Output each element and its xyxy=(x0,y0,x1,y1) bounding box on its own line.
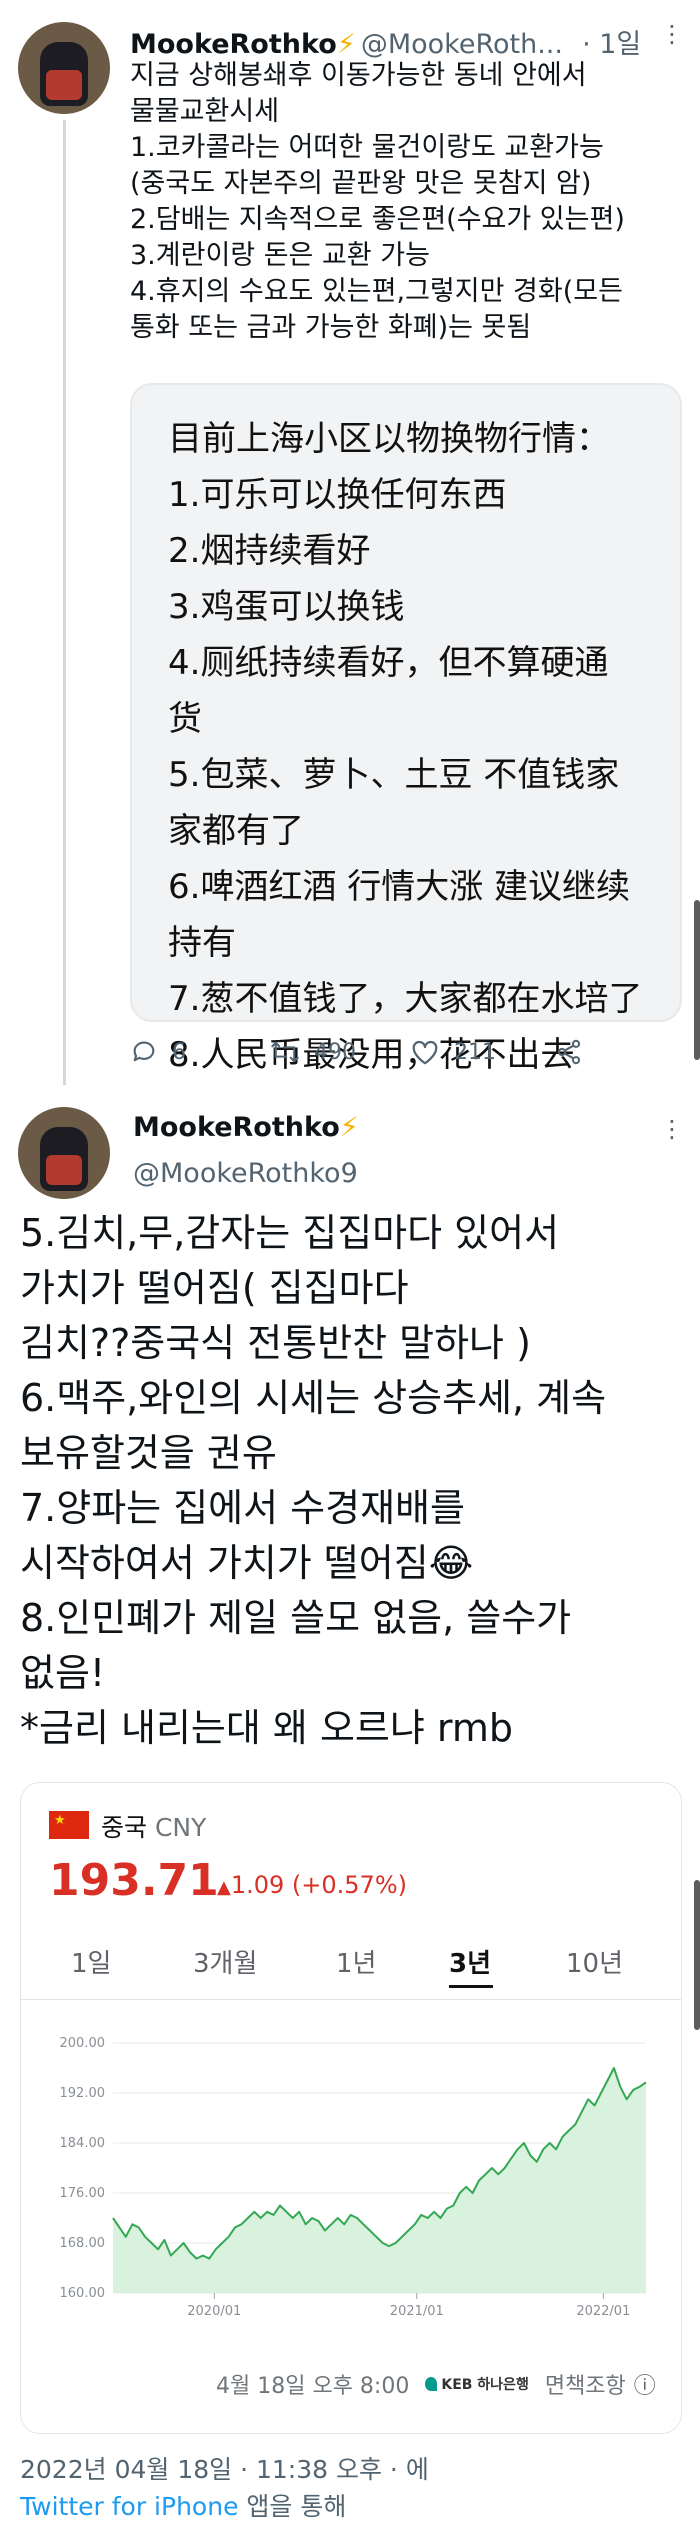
divider xyxy=(21,1999,681,2000)
rate-change: ▲1.09 (+0.57%) xyxy=(217,1871,407,1899)
tweet-line: 보유할것을 권유 xyxy=(20,1431,277,1475)
tweet-line: 지금 상해봉쇄후 이동가능한 동네 안에서 xyxy=(130,60,587,91)
y-tick-label: 168.00 xyxy=(60,2236,106,2251)
currency-code: CNY xyxy=(154,1813,207,1842)
currency-card[interactable]: ★ 중국 CNY 193.71 ▲1.09 (+0.57%) 1일 3개월 1년… xyxy=(20,1782,682,2434)
tweet-line: 1.코카콜라는 어떠한 물건이랑도 교환가능 xyxy=(130,132,604,163)
image-text: 目前上海小区以物换物行情： 1.可乐可以换任何东西 2.烟持续看好 3.鸡蛋可以… xyxy=(168,411,642,1083)
reply-count: 6 xyxy=(172,1039,186,1065)
tweet-header: MookeRothko⚡ xyxy=(133,1112,359,1143)
scrollbar-thumb[interactable] xyxy=(694,1880,700,2030)
image-line: 7.葱不值钱了，大家都在水培了 xyxy=(168,979,643,1019)
bank-logo-icon xyxy=(425,2377,438,2391)
more-options-icon[interactable]: ⋮ xyxy=(660,1115,684,1143)
image-line: 2.烟持续看好 xyxy=(168,531,371,571)
x-tick-label: 2020/01 xyxy=(187,2304,241,2319)
y-tick-label: 176.00 xyxy=(60,2186,106,2201)
retweet-icon xyxy=(271,1041,299,1063)
tab-3y[interactable]: 3년 xyxy=(449,1943,491,1980)
active-tab-indicator xyxy=(449,1985,493,1988)
share-button[interactable] xyxy=(555,1038,583,1070)
image-line: 4.厕纸持续看好，但不算硬通 xyxy=(168,643,609,683)
tweet-header: MookeRothko⚡ @MookeRoth... · 1일 xyxy=(130,22,641,61)
image-line: 1.可乐可以换任何东西 xyxy=(168,475,507,515)
tweet-source: Twitter for iPhone 앱을 통해 xyxy=(20,2487,346,2523)
info-icon[interactable]: ⓘ xyxy=(634,2368,656,2400)
y-tick-label: 192.00 xyxy=(60,2086,106,2101)
tweet-line: 김치??중국식 전통반찬 말하나 ) xyxy=(20,1321,531,1365)
tweet-text: 지금 상해봉쇄후 이동가능한 동네 안에서 물물교환시세 1.코카콜라는 어떠한… xyxy=(130,58,625,346)
retweet-button[interactable]: 490 xyxy=(270,1038,356,1066)
tab-3m[interactable]: 3개월 xyxy=(193,1943,257,1980)
change-value: 1.09 (+0.57%) xyxy=(230,1871,407,1899)
display-name[interactable]: MookeRothko xyxy=(133,1112,340,1143)
tweet-time[interactable]: · 1일 xyxy=(582,29,641,60)
like-button[interactable]: 211 xyxy=(410,1038,496,1066)
tweet-line: 2.담배는 지속적으로 좋은편(수요가 있는편) xyxy=(130,204,625,235)
attached-image[interactable]: 目前上海小区以物换物行情： 1.可乐可以换任何东西 2.烟持续看好 3.鸡蛋可以… xyxy=(130,383,682,1075)
y-tick-label: 200.00 xyxy=(60,2036,106,2051)
tab-1y[interactable]: 1년 xyxy=(336,1943,376,1980)
retweet-count: 490 xyxy=(314,1039,356,1065)
bank-name: KEB 하나은행 xyxy=(441,2377,529,2393)
reply-button[interactable]: 6 xyxy=(130,1038,186,1066)
image-line: 目前上海小区以物换物行情： xyxy=(168,419,610,459)
tweet-line: 4.휴지의 수요도 있는편,그렇지만 경화(모든 xyxy=(130,276,623,307)
card-footer: 4월 18일 오후 8:00 KEB 하나은행 면책조항 ⓘ xyxy=(216,2368,656,2400)
tweet-line: 통화 또는 금과 가능한 화폐)는 못됨 xyxy=(130,312,532,343)
tweet-line: 8.인민폐가 제일 쓸모 없음, 쓸수가 xyxy=(20,1596,572,1640)
tweet-line: 6.맥주,와인의 시세는 상승추세, 계속 xyxy=(20,1376,607,1420)
tweet-line: 없음! xyxy=(20,1651,106,1695)
currency-label: 중국 CNY xyxy=(101,1808,206,1844)
image-line: 6.啤酒红酒 行情大涨 建议继续 xyxy=(168,867,631,907)
tweet-line: 시작하여서 가치가 떨어짐😂 xyxy=(20,1541,474,1585)
image-line: 货 xyxy=(168,699,202,739)
tab-1d[interactable]: 1일 xyxy=(71,1943,111,1980)
china-flag-icon: ★ xyxy=(49,1811,89,1839)
y-tick-label: 184.00 xyxy=(60,2136,106,2151)
tweet-line: 가치가 떨어짐( 집집마다 xyxy=(20,1266,409,1310)
disclaimer-link[interactable]: 면책조항 xyxy=(545,2368,626,2400)
tweet-line: 7.양파는 집에서 수경재배를 xyxy=(20,1486,465,1530)
scrollbar-thumb[interactable] xyxy=(694,900,700,1060)
image-line: 持有 xyxy=(168,923,236,963)
client-suffix: 앱을 통해 xyxy=(238,2492,347,2521)
tweet-line: 5.김치,무,감자는 집집마다 있어서 xyxy=(20,1211,560,1255)
lightning-icon: ⚡ xyxy=(339,1112,359,1143)
rate-chart[interactable]: 200.00 192.00 184.00 176.00 168.00 160.00 2020… xyxy=(21,2013,681,2343)
tweet-line: (중국도 자본주의 끝판왕 맛은 못참지 암) xyxy=(130,168,592,199)
y-tick-label: 160.00 xyxy=(60,2286,106,2301)
country-name: 중국 xyxy=(101,1813,148,1842)
image-line: 3.鸡蛋可以换钱 xyxy=(168,587,405,627)
reply-icon xyxy=(133,1041,155,1062)
user-handle[interactable]: @MookeRothko9 xyxy=(133,1158,358,1189)
user-handle[interactable]: @MookeRoth... xyxy=(361,29,563,60)
avatar[interactable] xyxy=(18,1107,110,1199)
range-tabs: 1일 3개월 1년 3년 10년 xyxy=(21,1933,681,1999)
series-area xyxy=(113,2068,646,2293)
thread-line xyxy=(63,120,66,1085)
share-icon xyxy=(557,1039,581,1065)
heart-icon xyxy=(412,1040,438,1065)
image-line: 5.包菜、萝卜、土豆 不值钱家 xyxy=(168,755,620,795)
image-line: 家都有了 xyxy=(168,811,304,851)
tweet-text: 5.김치,무,감자는 집집마다 있어서 가치가 떨어짐( 집집마다 김치??중국… xyxy=(20,1206,606,1756)
up-arrow-icon: ▲ xyxy=(217,1877,231,1898)
client-link[interactable]: Twitter for iPhone xyxy=(20,2492,238,2521)
more-options-icon[interactable]: ⋮ xyxy=(660,20,684,48)
tweet-line: 3.계란이랑 돈은 교환 가능 xyxy=(130,240,430,271)
tweet-line: 물물교환시세 xyxy=(130,96,280,127)
like-count: 211 xyxy=(454,1039,496,1065)
lightning-icon: ⚡ xyxy=(336,29,356,60)
exchange-rate: 193.71 xyxy=(49,1855,219,1906)
display-name[interactable]: MookeRothko xyxy=(130,29,337,60)
x-tick-label: 2021/01 xyxy=(390,2304,444,2319)
x-tick-label: 2022/01 xyxy=(576,2304,630,2319)
tweet-timestamp[interactable]: 2022년 04월 18일 · 11:38 오후 · 에 xyxy=(20,2450,429,2486)
avatar[interactable] xyxy=(18,22,110,114)
tweet-line: *금리 내리는대 왜 오르냐 rmb xyxy=(20,1706,514,1750)
tab-10y[interactable]: 10년 xyxy=(566,1943,623,1980)
quote-time: 4월 18일 오후 8:00 xyxy=(216,2374,410,2399)
